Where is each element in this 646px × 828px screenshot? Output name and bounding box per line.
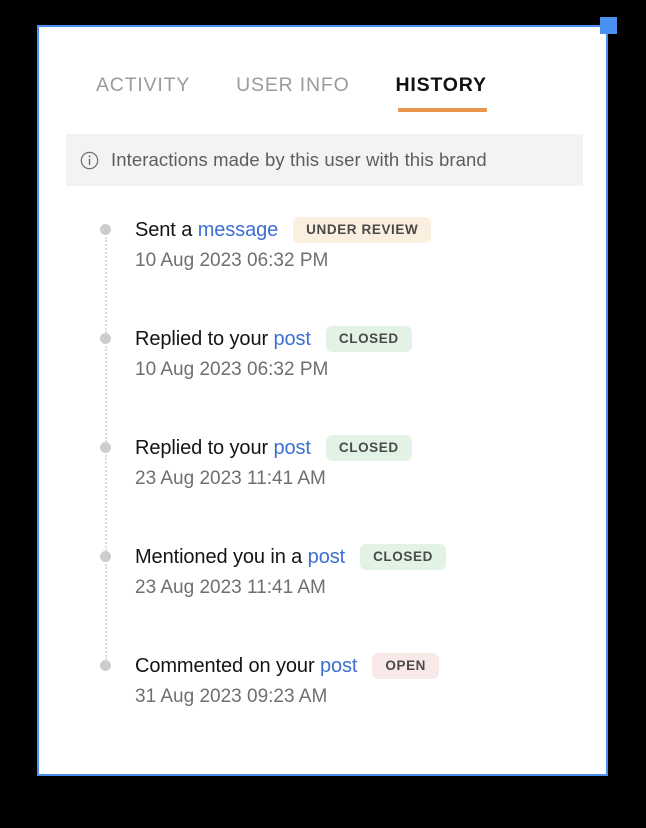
status-badge: CLOSED — [325, 435, 412, 461]
tab-bar: ACTIVITY USER INFO HISTORY — [39, 27, 606, 134]
history-item[interactable]: Mentioned you in a post CLOSED 23 Aug 2023… — [39, 544, 606, 660]
history-item-title: Replied to your post — [135, 328, 311, 351]
history-item-title: Sent a message — [135, 219, 278, 242]
tab-user-info[interactable]: USER INFO — [236, 27, 349, 134]
history-item-header: Commented on your post OPEN — [135, 653, 606, 679]
tab-label: ACTIVITY — [96, 74, 191, 96]
timeline-connector — [105, 564, 107, 660]
timeline-dot-icon — [100, 224, 111, 235]
history-panel: ACTIVITY USER INFO HISTORY Interactions ma… — [39, 27, 606, 774]
history-item-link[interactable]: post — [320, 655, 358, 677]
history-item-prefix: Replied to your — [135, 436, 274, 459]
history-item-title: Commented on your post — [135, 655, 357, 678]
tab-label: USER INFO — [236, 74, 350, 96]
timeline-dot-icon — [100, 442, 111, 453]
history-item[interactable]: Replied to your post CLOSED 23 Aug 2023 11… — [39, 435, 606, 551]
history-item-header: Sent a message UNDER REVIEW — [135, 217, 606, 243]
history-item-link[interactable]: message — [198, 219, 279, 241]
status-badge: CLOSED — [325, 326, 412, 352]
history-item[interactable]: Sent a message UNDER REVIEW 10 Aug 2023 06… — [39, 217, 606, 333]
history-item-link[interactable]: post — [273, 437, 311, 459]
history-item-link[interactable]: post — [273, 328, 311, 350]
selected-panel-frame[interactable]: ACTIVITY USER INFO HISTORY Interactions ma… — [37, 25, 608, 776]
history-item-prefix: Replied to your — [135, 327, 274, 350]
info-banner: Interactions made by this user with this… — [66, 134, 583, 186]
status-badge: OPEN — [372, 653, 440, 679]
timeline-dot-icon — [100, 551, 111, 562]
timeline-dot-icon — [100, 660, 111, 671]
status-badge: CLOSED — [360, 544, 446, 570]
timeline-connector — [105, 455, 107, 551]
status-badge: UNDER REVIEW — [293, 217, 432, 243]
timeline-connector — [105, 237, 107, 333]
info-circle-icon — [80, 151, 99, 169]
history-item-title: Replied to your post — [135, 437, 311, 460]
history-timeline: Sent a message UNDER REVIEW 10 Aug 2023 06… — [39, 186, 606, 774]
timeline-connector — [105, 346, 107, 442]
history-item-header: Replied to your post CLOSED — [135, 326, 606, 352]
tab-activity[interactable]: ACTIVITY — [96, 27, 190, 134]
history-item[interactable]: Replied to your post CLOSED 10 Aug 2023 06… — [39, 326, 606, 442]
tab-history[interactable]: HISTORY — [396, 27, 487, 134]
history-item-prefix: Sent a — [135, 218, 198, 241]
history-item[interactable]: Commented on your post OPEN 31 Aug 2023 09… — [39, 653, 606, 708]
tab-label: HISTORY — [395, 74, 487, 96]
tab-active-indicator — [397, 108, 487, 112]
history-item-timestamp: 10 Aug 2023 06:32 PM — [135, 250, 329, 271]
history-item-header: Mentioned you in a post CLOSED — [135, 544, 606, 570]
info-banner-text: Interactions made by this user with this… — [111, 149, 487, 170]
history-item-timestamp: 31 Aug 2023 09:23 AM — [135, 686, 328, 707]
resize-handle-top-right[interactable] — [600, 17, 617, 34]
history-item-link[interactable]: post — [308, 546, 346, 568]
history-item-prefix: Commented on your — [135, 654, 320, 677]
history-item-prefix: Mentioned you in a — [135, 545, 308, 568]
timeline-dot-icon — [100, 333, 111, 344]
history-item-header: Replied to your post CLOSED — [135, 435, 606, 461]
history-item-timestamp: 23 Aug 2023 11:41 AM — [135, 468, 326, 489]
history-item-timestamp: 10 Aug 2023 06:32 PM — [135, 359, 329, 380]
history-item-timestamp: 23 Aug 2023 11:41 AM — [135, 577, 326, 598]
history-item-title: Mentioned you in a post — [135, 546, 345, 569]
